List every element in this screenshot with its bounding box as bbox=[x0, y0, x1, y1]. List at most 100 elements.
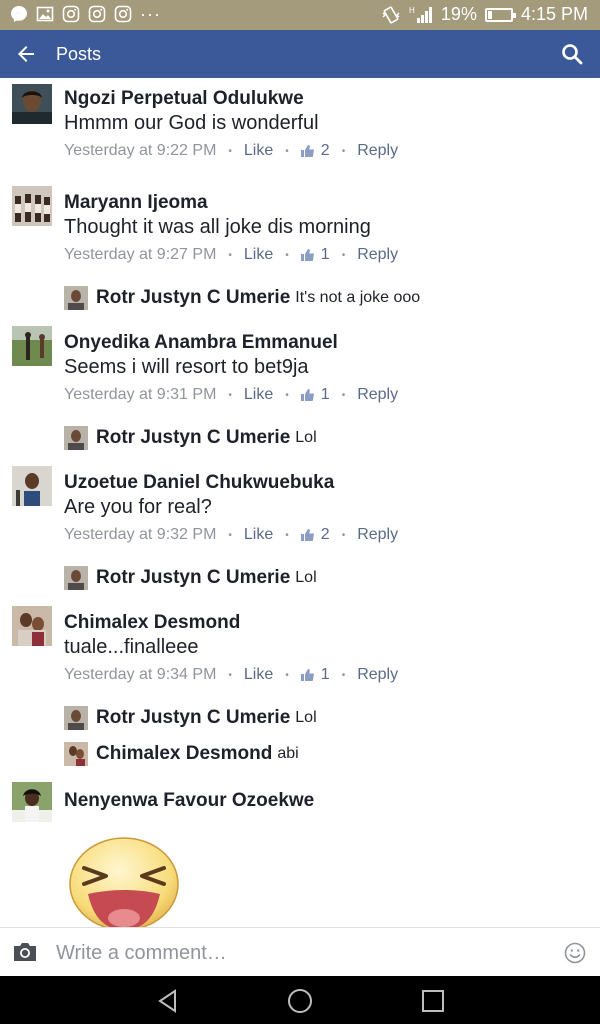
separator: • bbox=[341, 389, 346, 401]
camera-icon[interactable] bbox=[12, 941, 38, 963]
like-count[interactable]: 1 bbox=[321, 666, 330, 684]
more-notifications: ··· bbox=[140, 4, 161, 24]
laughing-face-sticker[interactable] bbox=[68, 834, 180, 927]
avatar[interactable] bbox=[12, 466, 52, 506]
reply-text: Lol bbox=[295, 709, 317, 726]
reply-button[interactable]: Reply bbox=[357, 246, 398, 264]
commenter-name[interactable]: Nenyenwa Favour Ozoekwe bbox=[64, 790, 314, 812]
smiley-icon[interactable] bbox=[564, 942, 586, 964]
avatar[interactable] bbox=[64, 426, 88, 450]
like-count[interactable]: 1 bbox=[321, 386, 330, 404]
separator: • bbox=[285, 249, 289, 261]
separator: • bbox=[228, 669, 232, 681]
reply-button[interactable]: Reply bbox=[357, 142, 398, 160]
reply-item: Rotr Justyn C Umerie It's not a joke ooo bbox=[64, 286, 594, 310]
app-header: Posts bbox=[0, 30, 600, 78]
avatar[interactable] bbox=[64, 566, 88, 590]
like-button[interactable]: Like bbox=[244, 386, 273, 404]
notification-icons: ··· bbox=[10, 5, 161, 23]
replier-name[interactable]: Rotr Justyn C Umerie bbox=[96, 287, 290, 309]
avatar[interactable] bbox=[12, 84, 52, 124]
separator: • bbox=[341, 249, 346, 261]
avatar[interactable] bbox=[64, 742, 88, 766]
separator: • bbox=[341, 529, 346, 541]
replier-name[interactable]: Rotr Justyn C Umerie bbox=[96, 707, 290, 729]
instagram-icon bbox=[88, 5, 106, 23]
comment-time[interactable]: Yesterday at 9:22 PM bbox=[64, 142, 216, 160]
like-count[interactable]: 2 bbox=[321, 142, 330, 160]
comment-meta: Yesterday at 9:31 PM • Like • 1 • Reply bbox=[64, 386, 398, 404]
avatar[interactable] bbox=[12, 186, 52, 226]
replier-name[interactable]: Chimalex Desmond bbox=[96, 743, 272, 765]
like-button[interactable]: Like bbox=[244, 142, 273, 160]
like-button[interactable]: Like bbox=[244, 666, 273, 684]
recents-square-icon[interactable] bbox=[420, 988, 446, 1014]
reply-text: It's not a joke ooo bbox=[295, 289, 421, 306]
comment-meta: Yesterday at 9:34 PM • Like • 1 • Reply bbox=[64, 666, 398, 684]
commenter-name[interactable]: Uzoetue Daniel Chukwuebuka bbox=[64, 472, 334, 494]
comment-meta: Yesterday at 9:32 PM • Like • 2 • Reply bbox=[64, 526, 398, 544]
separator: • bbox=[285, 669, 289, 681]
like-button[interactable]: Like bbox=[244, 246, 273, 264]
thumbs-up-icon bbox=[300, 529, 314, 541]
avatar[interactable] bbox=[64, 286, 88, 310]
back-triangle-icon[interactable] bbox=[155, 988, 181, 1014]
avatar[interactable] bbox=[12, 606, 52, 646]
like-button[interactable]: Like bbox=[244, 526, 273, 544]
reply-item: Rotr Justyn C Umerie Lol bbox=[64, 706, 594, 730]
reply-text: Lol bbox=[295, 569, 317, 586]
commenter-name[interactable]: Ngozi Perpetual Odulukwe bbox=[64, 88, 304, 110]
replier-name[interactable]: Rotr Justyn C Umerie bbox=[96, 567, 290, 589]
comment-meta: Yesterday at 9:27 PM • Like • 1 • Reply bbox=[64, 246, 398, 264]
battery-level bbox=[487, 10, 492, 19]
comment-text: Are you for real? bbox=[64, 496, 212, 518]
commenter-name[interactable]: Maryann Ijeoma bbox=[64, 192, 208, 214]
comment-time[interactable]: Yesterday at 9:31 PM bbox=[64, 386, 216, 404]
separator: • bbox=[228, 529, 232, 541]
comment-input[interactable] bbox=[56, 938, 546, 968]
comment-time[interactable]: Yesterday at 9:32 PM bbox=[64, 526, 216, 544]
thumbs-up-icon bbox=[300, 249, 314, 261]
reply-button[interactable]: Reply bbox=[357, 666, 398, 684]
comment-text: Hmmm our God is wonderful bbox=[64, 112, 319, 134]
gallery-icon bbox=[36, 6, 54, 22]
comments-feed[interactable]: Ngozi Perpetual Odulukwe Hmmm our God is… bbox=[0, 78, 600, 927]
home-circle-icon[interactable] bbox=[287, 988, 313, 1014]
reply-item: Rotr Justyn C Umerie Lol bbox=[64, 566, 594, 590]
comment-composer bbox=[0, 927, 600, 976]
separator: • bbox=[285, 389, 289, 401]
like-count[interactable]: 1 bbox=[321, 246, 330, 264]
svg-text:H: H bbox=[409, 6, 415, 15]
thumbs-up-icon bbox=[300, 669, 314, 681]
comment-text: tuale...finalleee bbox=[64, 636, 199, 658]
reply-text: abi bbox=[277, 745, 299, 762]
comment-time[interactable]: Yesterday at 9:27 PM bbox=[64, 246, 216, 264]
comment-time[interactable]: Yesterday at 9:34 PM bbox=[64, 666, 216, 684]
separator: • bbox=[228, 389, 232, 401]
comment-text: Seems i will resort to bet9ja bbox=[64, 356, 309, 378]
separator: • bbox=[285, 145, 289, 157]
search-icon[interactable] bbox=[560, 42, 584, 66]
reply-item: Rotr Justyn C Umerie Lol bbox=[64, 426, 594, 450]
reply-button[interactable]: Reply bbox=[357, 386, 398, 404]
clock: 4:15 PM bbox=[520, 4, 588, 24]
separator: • bbox=[285, 529, 289, 541]
commenter-name[interactable]: Onyedika Anambra Emmanuel bbox=[64, 332, 338, 354]
reply-text: Lol bbox=[295, 429, 317, 446]
battery-icon bbox=[484, 7, 516, 22]
avatar[interactable] bbox=[12, 782, 52, 822]
reply-button[interactable]: Reply bbox=[357, 526, 398, 544]
battery-percent: 19% bbox=[440, 4, 477, 24]
arrow-left-icon[interactable] bbox=[14, 42, 38, 66]
comment-meta: Yesterday at 9:22 PM • Like • 2 • Reply bbox=[64, 142, 398, 160]
avatar[interactable] bbox=[12, 326, 52, 366]
like-count[interactable]: 2 bbox=[321, 526, 330, 544]
avatar[interactable] bbox=[64, 706, 88, 730]
status-bar: ··· H 19% 4:15 PM bbox=[0, 0, 600, 30]
separator: • bbox=[228, 249, 232, 261]
commenter-name[interactable]: Chimalex Desmond bbox=[64, 612, 240, 634]
separator: • bbox=[341, 669, 346, 681]
thumbs-up-icon bbox=[300, 145, 314, 157]
replier-name[interactable]: Rotr Justyn C Umerie bbox=[96, 427, 290, 449]
comment-text: Thought it was all joke dis morning bbox=[64, 216, 371, 238]
